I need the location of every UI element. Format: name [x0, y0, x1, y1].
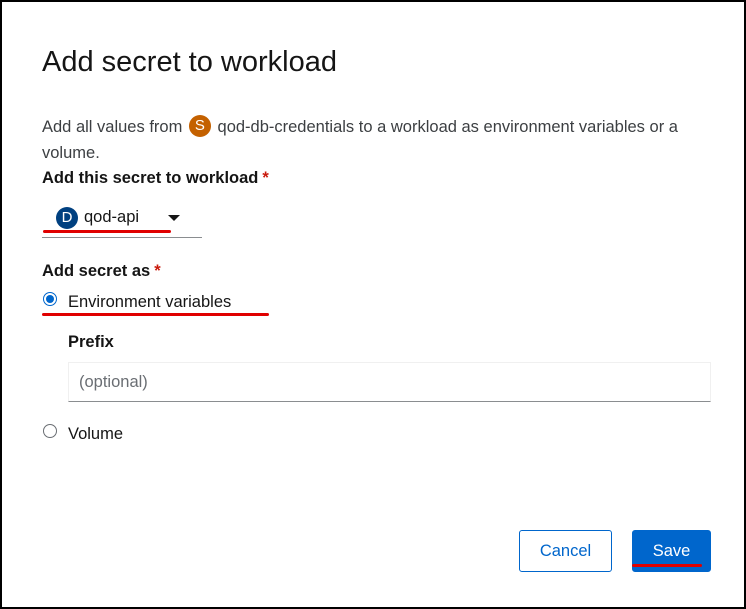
volume-radio-label[interactable]: Volume	[68, 423, 123, 445]
env-vars-radio-label[interactable]: Environment variables	[68, 291, 231, 313]
add-secret-modal: Add secret to workload Add all values fr…	[0, 0, 746, 609]
annotation-underline-env-vars	[42, 313, 269, 316]
required-mark: *	[262, 169, 269, 187]
cancel-button[interactable]: Cancel	[519, 530, 612, 572]
modal-title: Add secret to workload	[42, 46, 337, 78]
env-vars-radio[interactable]	[43, 292, 57, 306]
description-prefix: Add all values from	[42, 118, 183, 136]
secret-name: qod-db-credentials	[217, 118, 355, 136]
deployment-badge-icon: D	[56, 207, 78, 229]
annotation-underline-workload	[43, 230, 171, 233]
prefix-field-label: Prefix	[68, 333, 114, 351]
workload-select-value: qod-api	[84, 208, 140, 226]
workload-label-text: Add this secret to workload	[42, 169, 259, 187]
secret-badge-icon: S	[188, 115, 211, 138]
add-as-label-text: Add secret as	[42, 262, 151, 280]
modal-description: Add all values from S qod-db-credentials…	[42, 114, 712, 166]
caret-down-icon	[168, 215, 180, 221]
add-as-field-label: Add secret as *	[42, 260, 161, 282]
prefix-input[interactable]	[68, 362, 711, 402]
annotation-underline-save	[632, 564, 702, 567]
volume-radio[interactable]	[43, 424, 57, 438]
workload-field-label: Add this secret to workload *	[42, 167, 269, 189]
required-mark: *	[154, 262, 161, 280]
